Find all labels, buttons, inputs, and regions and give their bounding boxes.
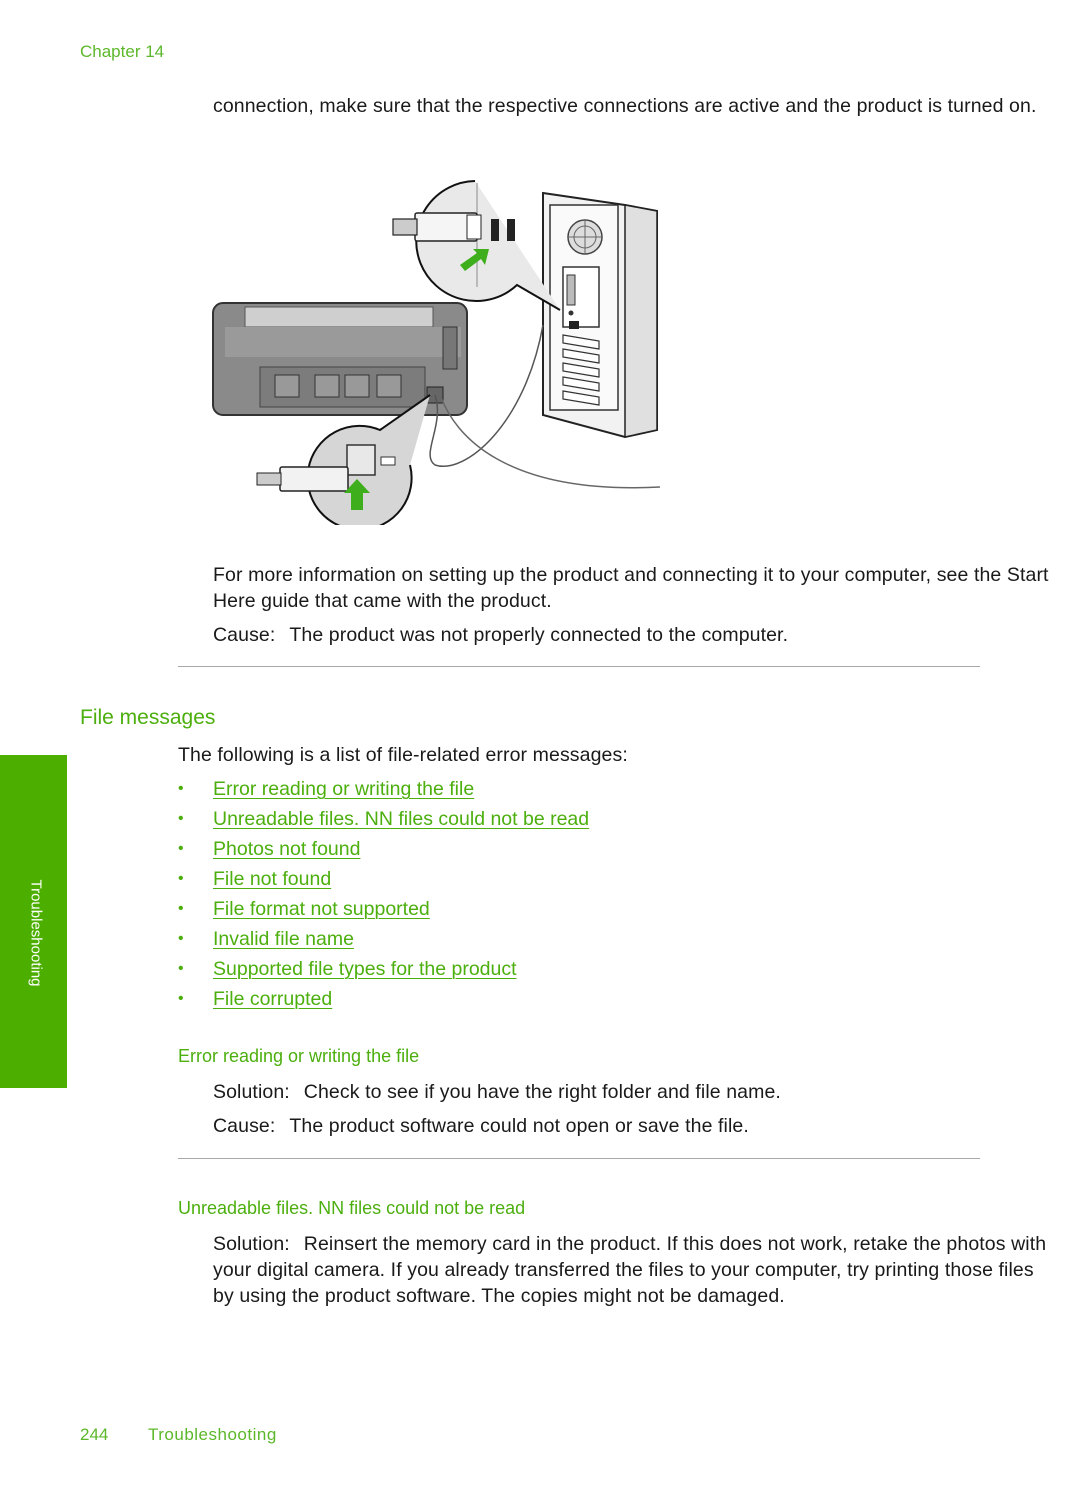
link-error-reading-writing[interactable]: Error reading or writing the file <box>213 778 474 800</box>
cause-text: The product software could not open or s… <box>289 1115 749 1137</box>
file-messages-intro: The following is a list of file-related … <box>178 744 628 766</box>
bullet-icon: • <box>178 870 184 887</box>
error-reading-writing-heading: Error reading or writing the file <box>178 1046 420 1066</box>
solution-text: Reinsert the memory card in the product.… <box>213 1233 1047 1307</box>
link-file-format-not-supported[interactable]: File format not supported <box>213 898 430 920</box>
list-item: • File format not supported <box>178 896 589 926</box>
more-info-paragraph: For more information on setting up the p… <box>213 564 1049 612</box>
list-item: • Photos not found <box>178 836 589 866</box>
troubleshooting-side-tab: Troubleshooting <box>0 755 67 1088</box>
link-photos-not-found[interactable]: Photos not found <box>213 838 360 860</box>
chapter-label: Chapter 14 <box>80 42 165 61</box>
usb-connection-illustration <box>205 175 665 531</box>
solution-label: Solution: <box>213 1081 290 1103</box>
solution-text: Check to see if you have the right folde… <box>303 1081 781 1103</box>
solution-paragraph: Solution: Reinsert the memory card in the… <box>213 1231 1053 1309</box>
bullet-icon: • <box>178 780 184 797</box>
list-item: • Supported file types for the product <box>178 956 589 986</box>
intro-paragraph: connection, make sure that the respectiv… <box>213 95 1037 117</box>
file-messages-heading: File messages <box>80 706 216 729</box>
bullet-icon: • <box>178 960 184 977</box>
solution-label: Solution: <box>213 1233 290 1255</box>
solution-line: Solution: Check to see if you have the ri… <box>213 1079 781 1105</box>
cause-text: The product was not properly connected t… <box>289 624 789 646</box>
list-item: • Error reading or writing the file <box>178 776 589 806</box>
side-tab-label: Troubleshooting <box>27 879 45 987</box>
cause-label: Cause: <box>213 1115 276 1137</box>
page-number: 244 <box>80 1425 109 1444</box>
bullet-icon: • <box>178 840 184 857</box>
link-file-corrupted[interactable]: File corrupted <box>213 988 332 1010</box>
unreadable-files-heading: Unreadable files. NN files could not be … <box>178 1198 526 1218</box>
bullet-icon: • <box>178 930 184 947</box>
link-unreadable-files[interactable]: Unreadable files. NN files could not be … <box>213 808 589 830</box>
section-divider <box>178 666 980 667</box>
computer-tower-icon <box>542 191 658 439</box>
computer-usb-port-magnifier <box>392 180 561 311</box>
bullet-icon: • <box>178 990 184 1007</box>
cause-line: Cause: The product software could not ope… <box>213 1113 749 1139</box>
link-file-not-found[interactable]: File not found <box>213 868 331 890</box>
list-item: • Unreadable files. NN files could not be… <box>178 806 589 836</box>
bullet-icon: • <box>178 900 184 917</box>
list-item: • File corrupted <box>178 986 589 1016</box>
link-invalid-file-name[interactable]: Invalid file name <box>213 928 354 950</box>
cause-line: Cause: The product was not properly conne… <box>213 622 1053 648</box>
section-divider <box>178 1158 980 1159</box>
link-supported-file-types[interactable]: Supported file types for the product <box>213 958 517 980</box>
footer-section-title: Troubleshooting <box>148 1425 277 1444</box>
list-item: • Invalid file name <box>178 926 589 956</box>
file-messages-link-list: • Error reading or writing the file • Unre… <box>178 776 589 1016</box>
bullet-icon: • <box>178 810 184 827</box>
cause-label: Cause: <box>213 624 276 646</box>
list-item: • File not found <box>178 866 589 896</box>
